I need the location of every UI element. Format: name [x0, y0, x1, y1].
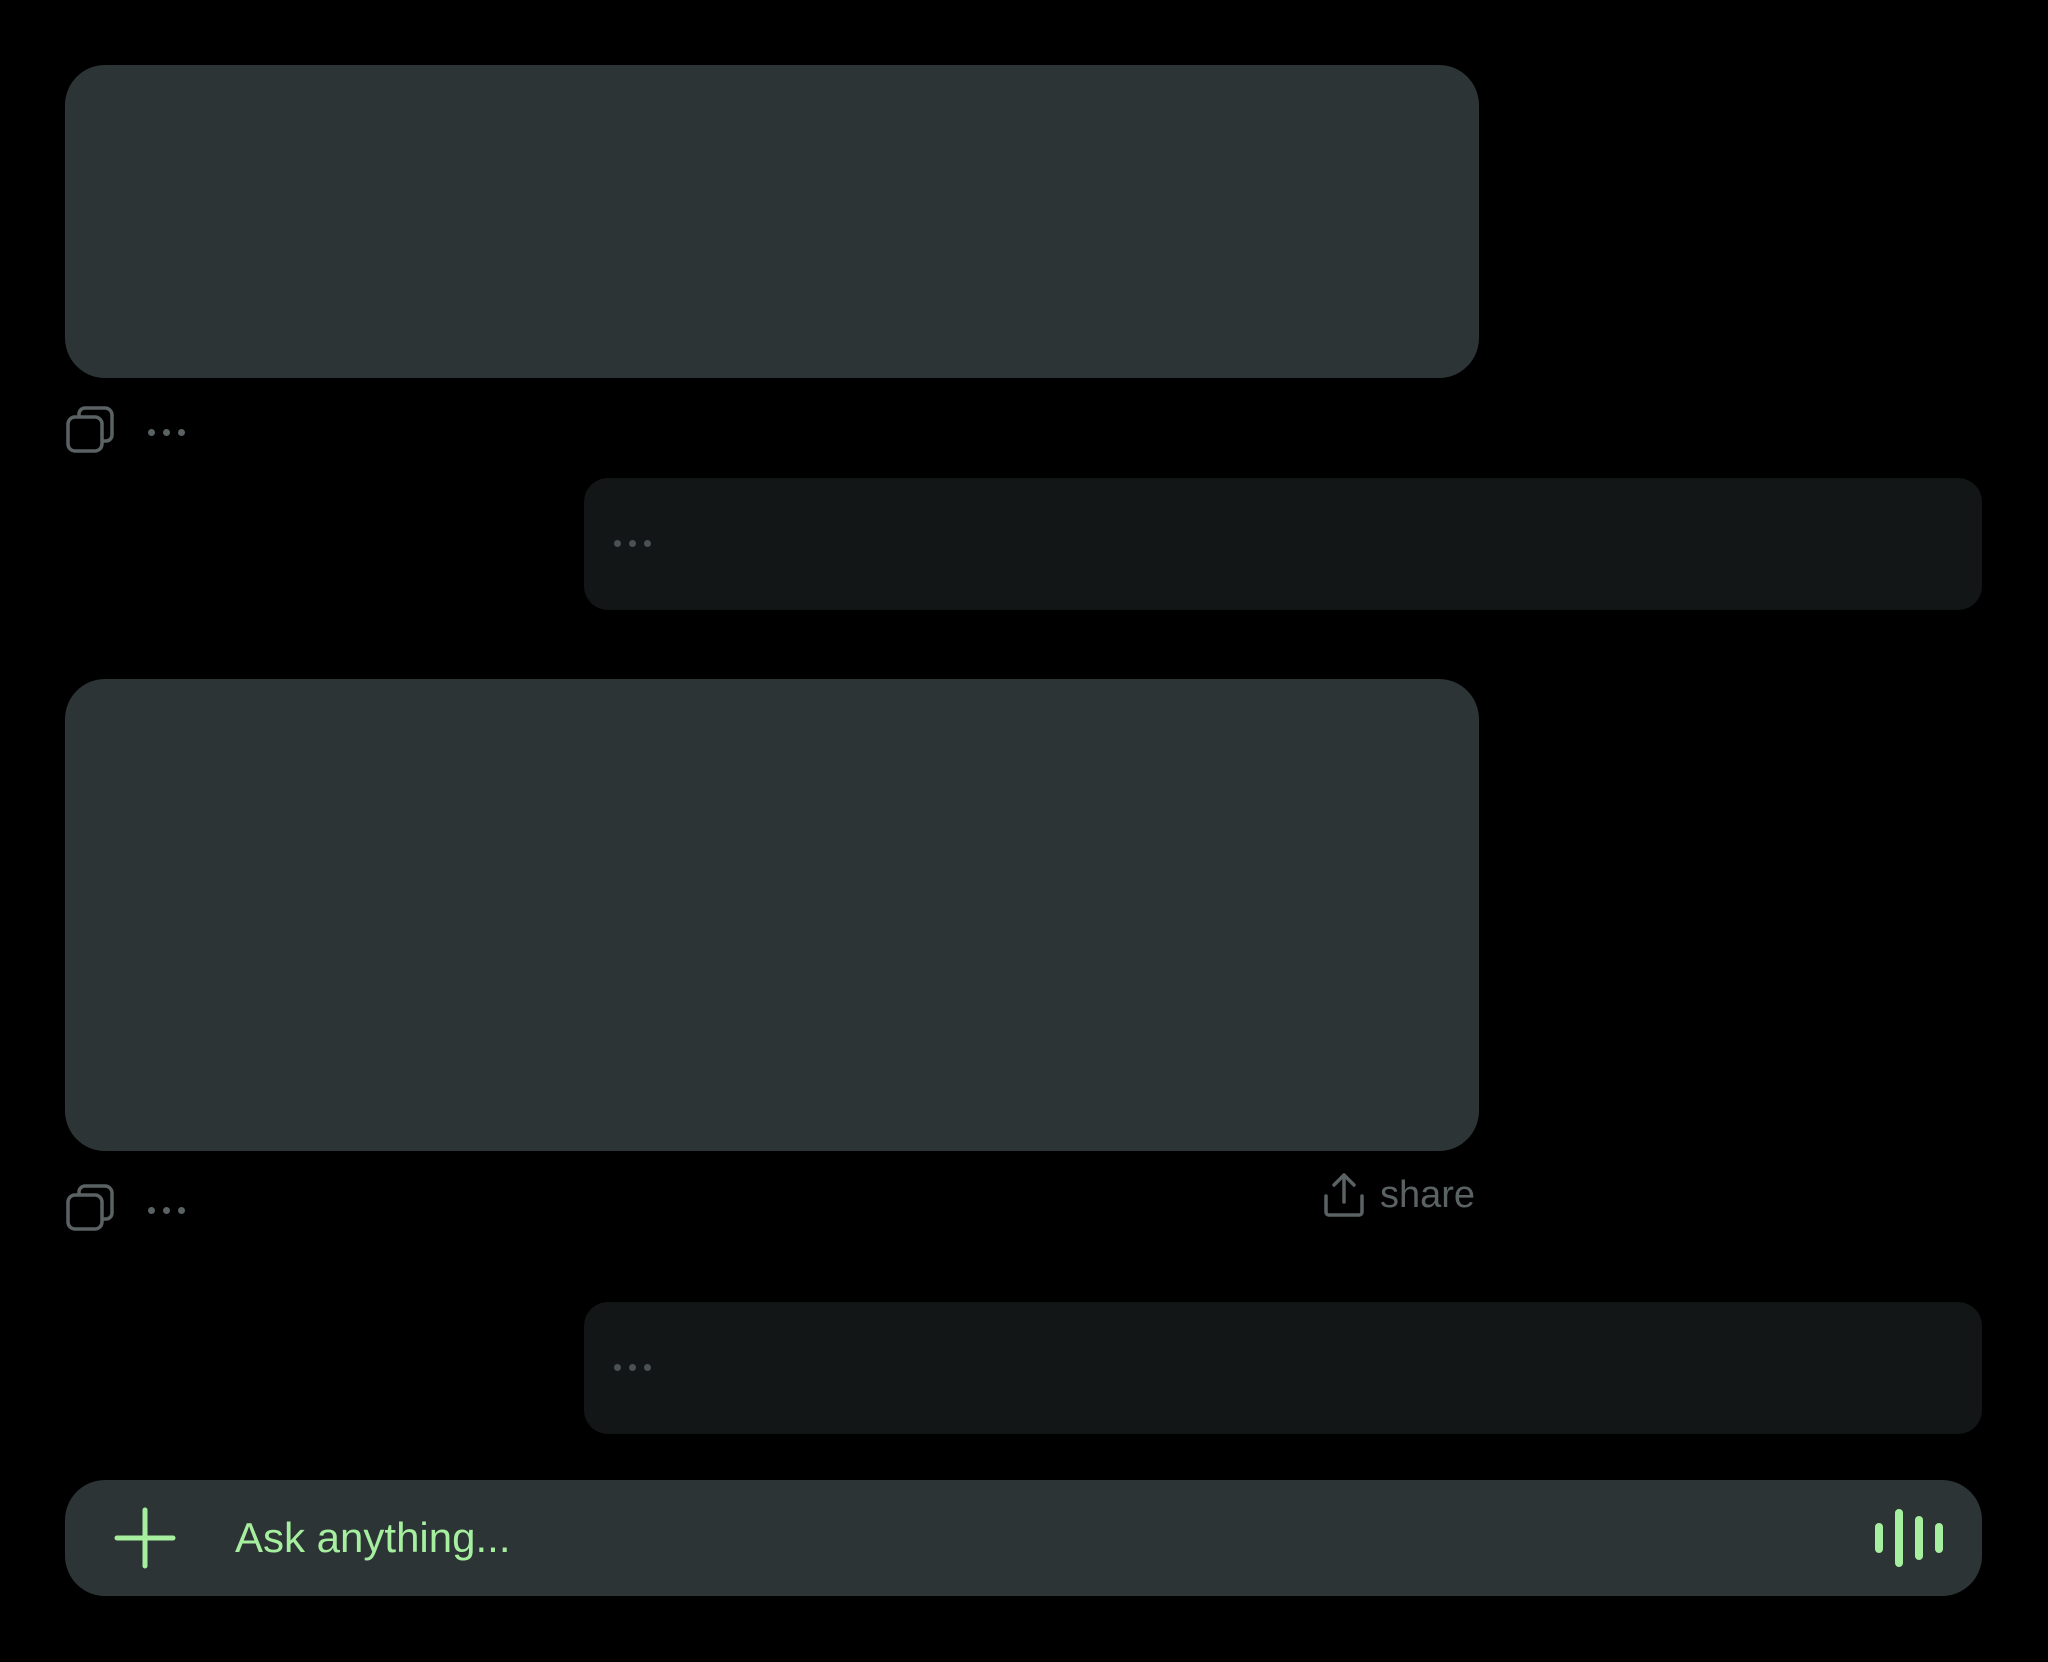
share-button[interactable]: share [1322, 1172, 1475, 1218]
user-message-bubble [65, 65, 1479, 378]
more-options-icon[interactable] [148, 429, 185, 436]
share-icon [1324, 1173, 1364, 1217]
typing-indicator [614, 1364, 651, 1371]
copy-icon[interactable] [65, 404, 117, 456]
user-message-bubble [65, 679, 1479, 1151]
share-label: share [1380, 1173, 1476, 1216]
voice-waveform-icon[interactable] [1873, 1507, 1949, 1569]
copy-icon[interactable] [65, 1182, 117, 1234]
more-options-icon[interactable] [148, 1207, 185, 1214]
message-composer[interactable]: Ask anything... [65, 1480, 1982, 1596]
plus-icon[interactable] [113, 1506, 177, 1570]
assistant-message-bubble [584, 478, 1982, 610]
assistant-message-bubble [584, 1302, 1982, 1434]
message-input-placeholder[interactable]: Ask anything... [235, 1480, 510, 1596]
typing-indicator [614, 540, 651, 547]
